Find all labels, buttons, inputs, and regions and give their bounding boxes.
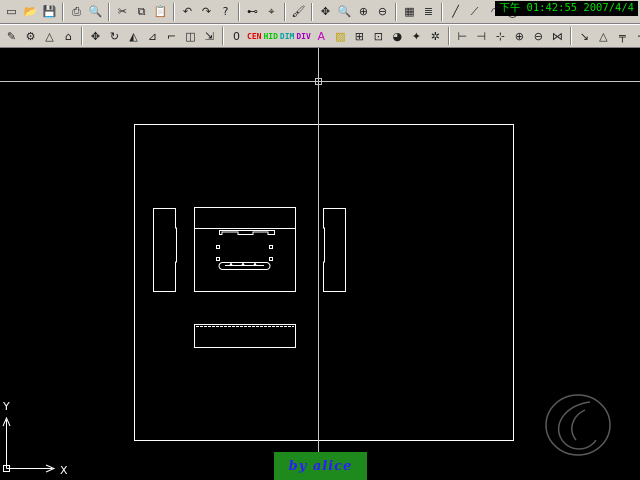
dim-center-icon[interactable]: ⊕ xyxy=(510,27,529,46)
rotate-icon[interactable]: ↻ xyxy=(105,27,124,46)
ucs-y-label: Y xyxy=(2,400,10,413)
layer-hid-button[interactable]: HID xyxy=(262,27,278,46)
hatch-icon[interactable]: ▨ xyxy=(331,27,350,46)
star-icon[interactable]: ✲ xyxy=(426,27,445,46)
dim-linear-icon[interactable]: ⊢ xyxy=(453,27,472,46)
redo-icon[interactable]: ↷ xyxy=(197,2,216,21)
continue-icon[interactable]: ╥ xyxy=(632,27,640,46)
chamfer-icon[interactable]: ◫ xyxy=(181,27,200,46)
toolbar-separator xyxy=(311,2,313,21)
paint-icon[interactable]: ✦ xyxy=(407,27,426,46)
dim-radius-icon[interactable]: ⊖ xyxy=(529,27,548,46)
toolbar-separator xyxy=(108,2,110,21)
undo-icon[interactable]: ↶ xyxy=(178,2,197,21)
dim-angle-icon[interactable]: ⋈ xyxy=(548,27,567,46)
baseline-icon[interactable]: ╤ xyxy=(613,27,632,46)
bottom-view xyxy=(194,324,296,348)
layers-stack-icon[interactable]: ≣ xyxy=(419,2,438,21)
right-side-view xyxy=(323,208,346,292)
front-view xyxy=(194,207,296,292)
paste-icon[interactable]: 📋 xyxy=(151,2,170,21)
copy-icon[interactable]: ⧉ xyxy=(132,2,151,21)
mirror-icon[interactable]: ◭ xyxy=(124,27,143,46)
toolbar-separator xyxy=(81,27,83,45)
new-icon[interactable]: ▭ xyxy=(2,2,21,21)
link-icon[interactable]: ⊷ xyxy=(243,2,262,21)
toolbar-separator xyxy=(173,2,175,21)
leader-icon[interactable]: ↘ xyxy=(575,27,594,46)
tolerance-icon[interactable]: △ xyxy=(594,27,613,46)
cut-icon[interactable]: ✂ xyxy=(113,2,132,21)
dim-ordinate-icon[interactable]: ⊹ xyxy=(491,27,510,46)
layer-div-button[interactable]: DIV xyxy=(295,27,311,46)
clock-display: 下午 01:42:55 2007/4/4 xyxy=(495,1,638,16)
toolbar-separator xyxy=(441,2,443,21)
pan-icon[interactable]: ✥ xyxy=(316,2,335,21)
save-icon[interactable]: 💾 xyxy=(40,2,59,21)
snap-icon[interactable]: ⌖ xyxy=(262,2,281,21)
snap-settings-icon[interactable]: ⚙ xyxy=(21,27,40,46)
ucs-icon xyxy=(2,416,56,473)
toolbar-separator xyxy=(395,2,397,21)
toolbar-separator xyxy=(447,27,450,45)
open-icon[interactable]: 📂 xyxy=(21,2,40,21)
ucs-x-label: X xyxy=(60,464,68,477)
layer-cen-button[interactable]: CEN xyxy=(246,27,262,46)
drawing-canvas[interactable]: X Y xyxy=(0,48,640,480)
block-icon[interactable]: ⊞ xyxy=(350,27,369,46)
watermark-logo-icon xyxy=(545,394,611,456)
author-signature: by alice xyxy=(274,452,367,480)
color-wheel-icon[interactable]: ◕ xyxy=(388,27,407,46)
layer-dim-button[interactable]: DIM xyxy=(279,27,295,46)
layer-zero-icon[interactable]: 0 xyxy=(227,27,246,46)
print-preview-icon[interactable]: 🔍 xyxy=(86,2,105,21)
insert-icon[interactable]: ⊡ xyxy=(369,27,388,46)
crosshair-cursor xyxy=(0,48,640,452)
toolbar-separator xyxy=(569,27,572,45)
print-icon[interactable]: ⎙ xyxy=(67,2,86,21)
line-icon[interactable]: ╱ xyxy=(446,2,465,21)
move-icon[interactable]: ✥ xyxy=(86,27,105,46)
stretch-icon[interactable]: ⇲ xyxy=(200,27,219,46)
left-side-view xyxy=(153,208,177,292)
toolbar-separator xyxy=(62,2,64,21)
dim-aligned-icon[interactable]: ⊣ xyxy=(472,27,491,46)
zoom-realtime-icon[interactable]: 🔍 xyxy=(335,2,354,21)
toolbar-separator xyxy=(284,2,286,21)
polyline-icon[interactable]: ⟋ xyxy=(465,2,484,21)
toolbar-separator xyxy=(238,2,240,21)
draw-modify-toolbar: ✎ ⚙ △ ⌂ ✥ ↻ ◭ ⊿ ⌐ ◫ ⇲ 0 CEN HID DIM DIV A ▨ ⊞ ⊡ ◕ ✦ ✲ ⊢ ⊣ ⊹ ⊕ ⊖ ⋈ ↘ △ ╤… xyxy=(0,24,640,48)
help-icon[interactable]: ? xyxy=(216,2,235,21)
match-properties-icon[interactable]: 🖌 xyxy=(289,2,308,21)
edit-pencil-icon[interactable]: ✎ xyxy=(2,27,21,46)
zoom-previous-icon[interactable]: ⊖ xyxy=(373,2,392,21)
zoom-window-icon[interactable]: ⊕ xyxy=(354,2,373,21)
measure-icon[interactable]: △ xyxy=(40,27,59,46)
toolbar-separator xyxy=(222,27,224,45)
fillet-icon[interactable]: ⌐ xyxy=(162,27,181,46)
trim-icon[interactable]: ⊿ xyxy=(143,27,162,46)
text-icon[interactable]: A xyxy=(312,27,331,46)
properties-icon[interactable]: ▦ xyxy=(400,2,419,21)
region-icon[interactable]: ⌂ xyxy=(59,27,78,46)
